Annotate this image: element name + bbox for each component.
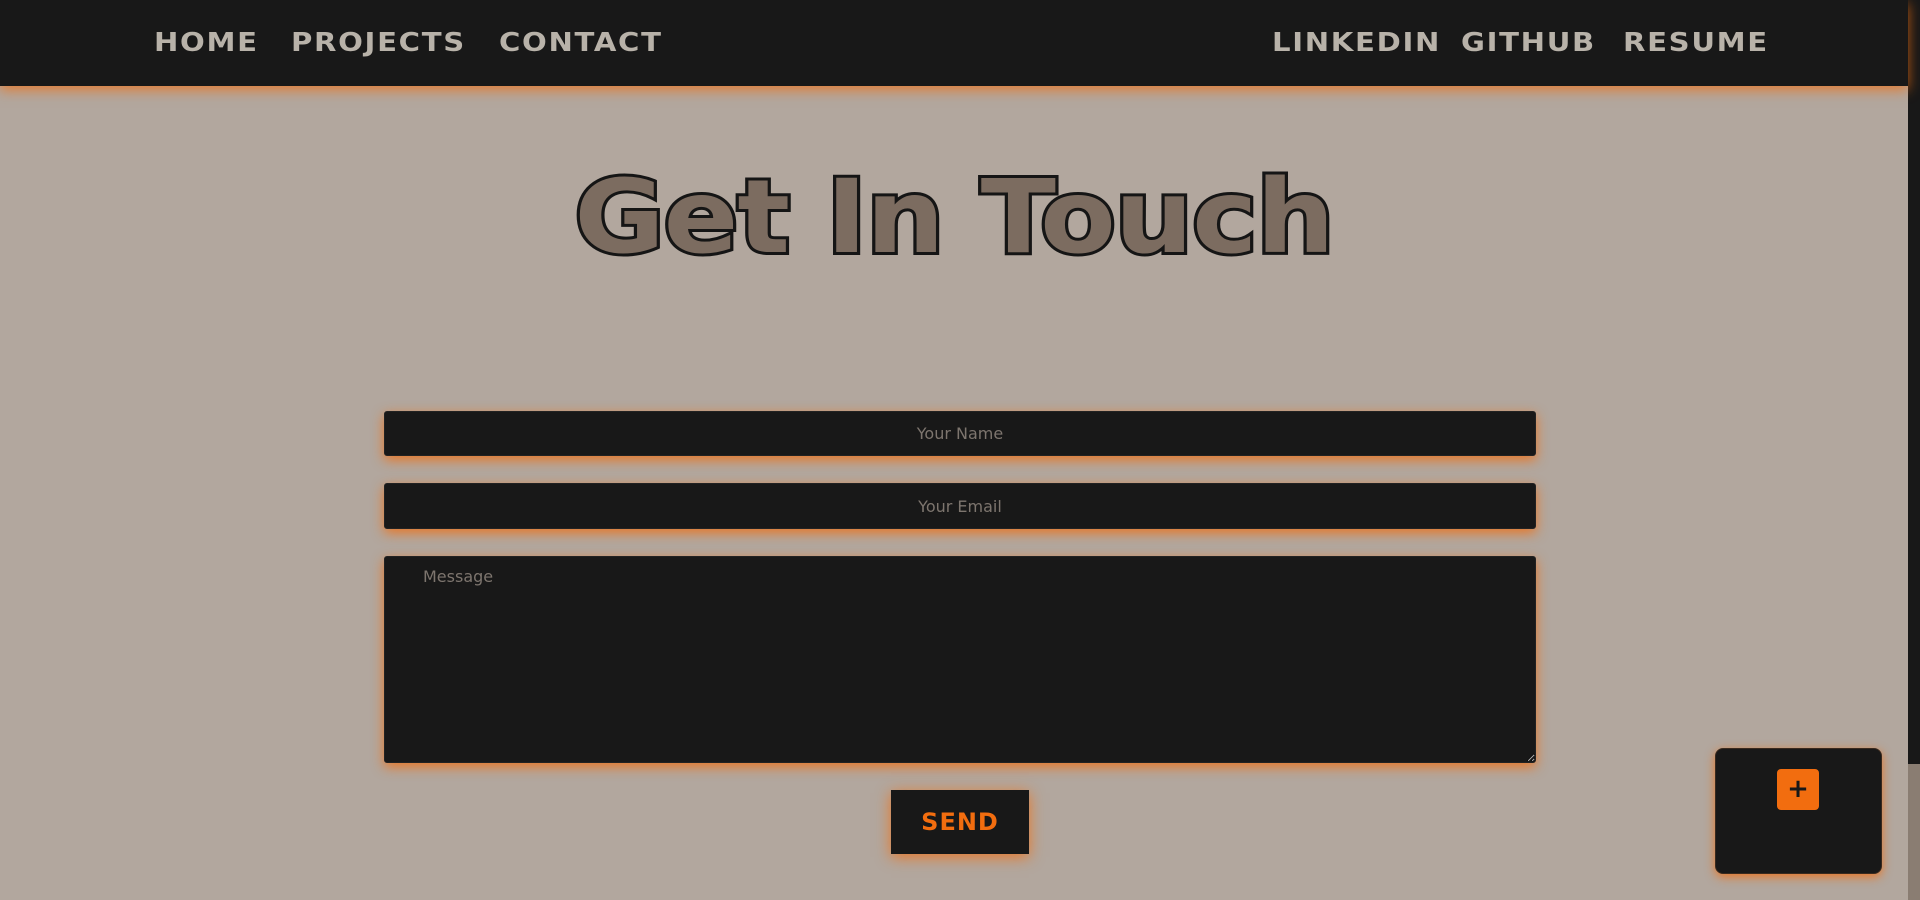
email-field[interactable]: [384, 483, 1536, 529]
nav-link-github[interactable]: GITHUB: [1461, 0, 1596, 86]
nav-link-projects[interactable]: PROJECTS: [291, 0, 466, 86]
page-title: Get In Touch: [571, 155, 1338, 280]
nav-link-linkedin[interactable]: LINKEDIN: [1272, 0, 1441, 86]
nav-link-home[interactable]: HOME: [154, 0, 259, 86]
send-button[interactable]: SEND: [891, 790, 1029, 854]
plus-icon[interactable]: +: [1777, 769, 1819, 810]
scrollbar-thumb[interactable]: [1908, 764, 1920, 900]
name-field[interactable]: [384, 411, 1536, 456]
nav-link-contact[interactable]: CONTACT: [499, 0, 663, 86]
nav-link-resume[interactable]: RESUME: [1623, 0, 1769, 86]
top-navbar: HOME PROJECTS CONTACT LINKEDIN GITHUB RE…: [0, 0, 1908, 86]
message-field[interactable]: [384, 556, 1536, 763]
page-scrollbar[interactable]: [1908, 0, 1920, 900]
floating-widget-panel: +: [1715, 748, 1882, 874]
